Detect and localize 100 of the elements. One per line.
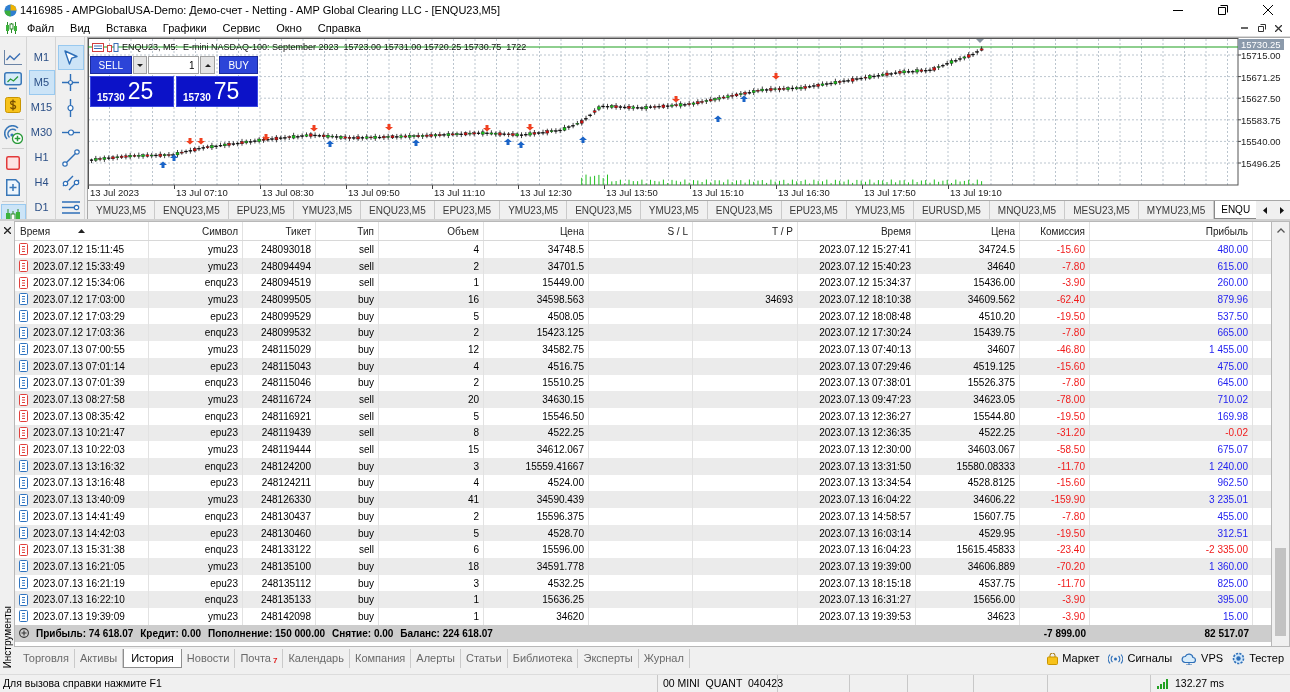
table-cell-text: 2023.07.13 16:21:05 bbox=[33, 559, 125, 574]
chart-tab[interactable]: YMU23,M5 bbox=[846, 201, 914, 219]
panel-tab[interactable]: Эксперты bbox=[578, 649, 639, 668]
table-cell-text: 2023.07.13 16:04:22 bbox=[819, 493, 911, 508]
table-cell-text: 4 bbox=[473, 476, 479, 491]
menu-item[interactable]: Окно bbox=[268, 19, 310, 37]
timeframe-button[interactable]: H1 bbox=[28, 145, 55, 170]
timeframe-button[interactable]: H4 bbox=[28, 170, 55, 195]
panel-tab[interactable]: Компания bbox=[349, 649, 412, 668]
close-icon bbox=[3, 226, 11, 234]
column-header[interactable]: T / P bbox=[693, 222, 798, 240]
panel-tab[interactable]: Торговля bbox=[18, 649, 75, 668]
summary-value: Баланс: 224 618.07 bbox=[400, 626, 493, 641]
table-cell-text: 8 bbox=[473, 426, 479, 441]
chart-tab[interactable]: EPU23,M5 bbox=[781, 201, 847, 219]
table-cell-text: -23.40 bbox=[1056, 543, 1085, 558]
column-header[interactable]: Время bbox=[798, 222, 916, 240]
column-header[interactable]: Цена bbox=[484, 222, 589, 240]
table-cell-text: -7.80 bbox=[1062, 509, 1085, 524]
table-cell-text: 15544.80 bbox=[973, 409, 1015, 424]
panel-link[interactable]: VPS bbox=[1181, 650, 1224, 667]
column-header[interactable]: Прибыль bbox=[1090, 222, 1253, 240]
column-header[interactable]: Объем bbox=[379, 222, 484, 240]
table-cell-text: sell bbox=[359, 409, 374, 424]
panel-link[interactable]: Маркет bbox=[1047, 650, 1100, 667]
table-cell-text: 962.50 bbox=[1217, 476, 1248, 491]
panel-tab[interactable]: Алерты bbox=[411, 649, 461, 668]
table-cell-text: enqu23 bbox=[204, 509, 238, 524]
panel-link[interactable]: Сигналы bbox=[1108, 650, 1173, 667]
column-header[interactable]: Тикет bbox=[243, 222, 316, 240]
signal-waves-icon bbox=[1108, 653, 1124, 664]
table-cell-text: 2023.07.13 07:29:46 bbox=[819, 359, 911, 374]
chart-tab[interactable]: YMU23,M5 bbox=[500, 201, 568, 219]
chart-tab[interactable]: EPU23,M5 bbox=[228, 201, 295, 219]
menu-item[interactable]: Графики bbox=[154, 19, 215, 37]
table-cell-text: 2023.07.13 09:47:23 bbox=[819, 393, 911, 408]
column-header[interactable]: S / L bbox=[589, 222, 693, 240]
table-cell-text: 34603.067 bbox=[967, 443, 1015, 458]
table-cell-text: epu23 bbox=[210, 526, 238, 541]
column-header[interactable]: Тип bbox=[316, 222, 379, 240]
panel-tab[interactable]: Новости bbox=[181, 649, 236, 668]
table-cell-text: 34693 bbox=[765, 292, 793, 307]
chart-tab[interactable]: MNQU23,M5 bbox=[989, 201, 1066, 219]
scrollbar-thumb[interactable] bbox=[1275, 548, 1286, 636]
table-cell-text: 248094494 bbox=[260, 259, 311, 274]
menu-item[interactable]: Сервис bbox=[214, 19, 269, 37]
chart-tab[interactable]: YMU23,M5 bbox=[294, 201, 362, 219]
table-cell-text: 34640 bbox=[987, 259, 1015, 274]
panel-tab[interactable]: Статьи bbox=[461, 649, 508, 668]
table-cell-text: 169.98 bbox=[1217, 409, 1248, 424]
chart-tab[interactable]: YMU23,M5 bbox=[88, 201, 155, 219]
table-cell-text: -0.02 bbox=[1225, 426, 1248, 441]
column-header[interactable]: Комиссия bbox=[1020, 222, 1090, 240]
timeframe-button[interactable]: M5 bbox=[28, 70, 55, 95]
panel-tab[interactable]: Библиотека bbox=[507, 649, 579, 668]
table-cell-text: 15.00 bbox=[1222, 609, 1248, 624]
table-cell-text: -2 335.00 bbox=[1205, 543, 1248, 558]
menu-item[interactable]: Вид bbox=[62, 19, 98, 37]
table-cell-text: 248115029 bbox=[261, 342, 311, 357]
chart-tab[interactable]: ENQU23,M5 bbox=[155, 201, 229, 219]
table-cell-text: buy bbox=[357, 526, 374, 541]
column-header[interactable]: Символ bbox=[149, 222, 243, 240]
panel-tab[interactable]: История bbox=[123, 649, 182, 668]
timeframe-button[interactable]: M30 bbox=[28, 120, 55, 145]
plus-circle-icon bbox=[19, 628, 29, 639]
column-header[interactable]: Время bbox=[15, 222, 149, 240]
chart-tab[interactable]: ENQU23,M5 bbox=[361, 201, 435, 219]
table-cell-text: 4508.05 bbox=[547, 309, 584, 324]
table-cell-text: 2023.07.13 16:22:10 bbox=[33, 593, 125, 608]
chart-tab[interactable]: EURUSD,M5 bbox=[913, 201, 990, 219]
table-cell-text: 2023.07.13 13:31:50 bbox=[819, 459, 911, 474]
tool-button[interactable] bbox=[57, 45, 84, 70]
table-cell-text: -11.70 bbox=[1057, 459, 1085, 474]
table-cell-text: sell bbox=[359, 426, 374, 441]
chart-tab[interactable]: ENQU23,M5 bbox=[707, 201, 782, 219]
chart-tab[interactable]: ENQU23,M5 bbox=[567, 201, 641, 219]
table-cell-text: -46.80 bbox=[1056, 342, 1085, 357]
chart-tab[interactable]: YMU23,M5 bbox=[640, 201, 708, 219]
table-cell-text: 34620 bbox=[556, 609, 584, 624]
chart-tab[interactable]: EPU23,M5 bbox=[434, 201, 501, 219]
timeframe-button[interactable]: M1 bbox=[28, 45, 55, 70]
table-cell-text: 2023.07.13 13:34:54 bbox=[819, 476, 911, 491]
square-icon bbox=[6, 156, 20, 170]
time-axis-label: 13 Jul 2023 bbox=[90, 187, 140, 198]
panel-tab[interactable]: Календарь bbox=[283, 649, 350, 668]
timeframe-button[interactable]: M15 bbox=[28, 95, 55, 120]
crosshair-icon bbox=[62, 74, 79, 91]
panel-link[interactable]: Тестер bbox=[1232, 650, 1284, 667]
chart-tab[interactable]: MESU23,M5 bbox=[1065, 201, 1139, 219]
document-icon bbox=[19, 326, 28, 339]
gear-icon bbox=[1232, 652, 1246, 665]
panel-tab[interactable]: Журнал bbox=[638, 649, 690, 668]
scrollbar[interactable] bbox=[1272, 221, 1290, 647]
menu-item[interactable]: Справка bbox=[309, 19, 369, 37]
menu-item[interactable]: Вставка bbox=[97, 19, 155, 37]
chart-tab[interactable]: ENQU bbox=[1214, 201, 1256, 219]
menu-item[interactable]: Файл bbox=[19, 19, 63, 37]
timeframe-button[interactable]: D1 bbox=[28, 195, 55, 219]
time-axis-label: 13 Jul 19:10 bbox=[950, 187, 1002, 198]
column-header[interactable]: Цена bbox=[916, 222, 1020, 240]
